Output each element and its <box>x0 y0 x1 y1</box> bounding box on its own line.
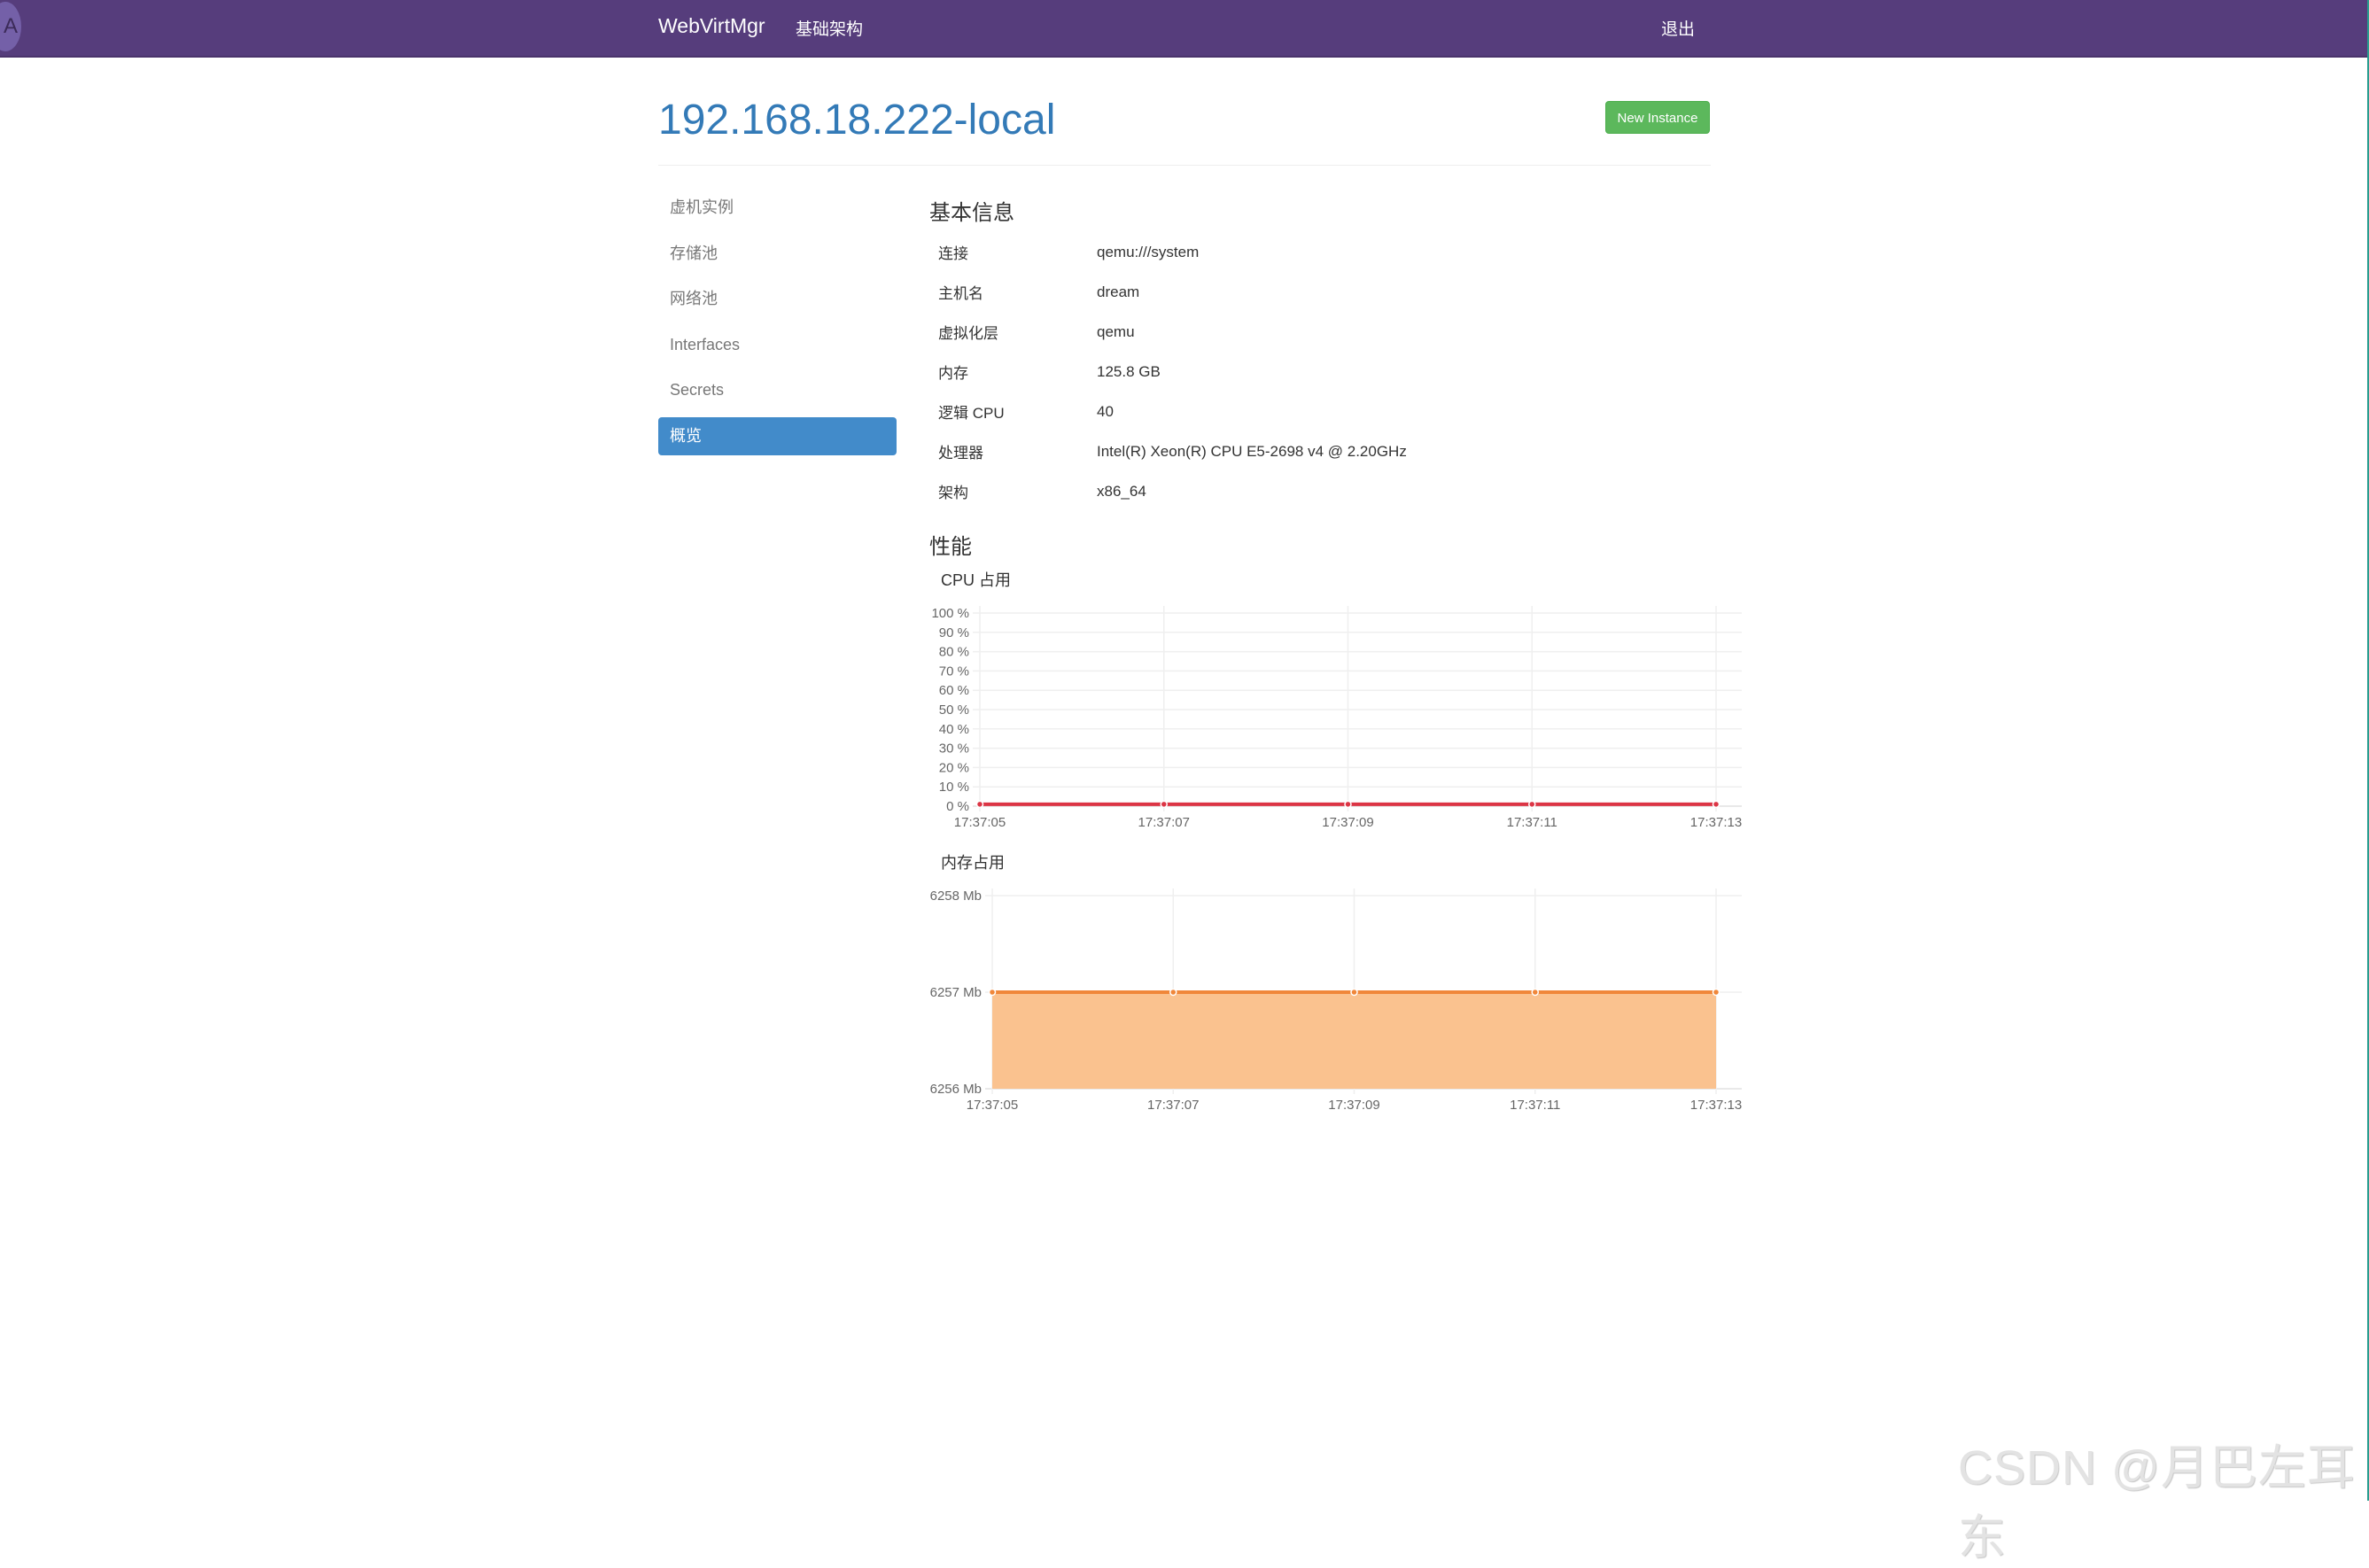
basic-info-table: 连接 qemu:///system 主机名 dream 虚拟化层 qemu 内存… <box>929 232 1709 511</box>
y-tick-label: 90 % <box>939 625 969 640</box>
data-point <box>988 988 997 997</box>
y-tick-label: 50 % <box>939 702 969 718</box>
data-point <box>1712 800 1720 809</box>
info-key: 逻辑 CPU <box>938 405 1005 422</box>
sidebar-item-storage[interactable]: 存储池 <box>658 235 897 273</box>
sidebar-item-label: 存储池 <box>670 244 718 262</box>
x-tick-label: 17:37:07 <box>1147 1098 1199 1113</box>
top-navbar: A WebVirtMgr 基础架构 退出 <box>0 0 2369 58</box>
y-tick-label: 40 % <box>939 722 969 737</box>
data-point <box>1169 988 1177 997</box>
y-tick-label: 6257 Mb <box>930 985 982 1000</box>
title-divider <box>658 165 1711 166</box>
info-value: dream <box>1097 283 1140 300</box>
sidebar-item-label: 概览 <box>670 426 702 445</box>
sidebar-item-secrets[interactable]: Secrets <box>658 371 897 409</box>
y-tick-label: 6256 Mb <box>930 1082 982 1097</box>
info-value: 40 <box>1097 402 1114 420</box>
info-row-hypervisor: 虚拟化层 qemu <box>929 312 1709 352</box>
y-tick-label: 70 % <box>939 664 969 679</box>
sidebar-item-label: Interfaces <box>670 335 741 353</box>
performance-heading: 性能 <box>929 535 972 559</box>
info-row-connection: 连接 qemu:///system <box>929 232 1709 272</box>
basic-info-heading: 基本信息 <box>929 201 1014 225</box>
nav-logout[interactable]: 退出 <box>1661 16 1695 40</box>
x-tick-label: 17:37:05 <box>954 815 1006 830</box>
y-tick-label: 30 % <box>939 741 969 757</box>
y-tick-label: 10 % <box>939 780 969 795</box>
x-tick-label: 17:37:11 <box>1510 1098 1560 1113</box>
sidebar-item-instances[interactable]: 虚机实例 <box>658 189 897 227</box>
data-point <box>1344 800 1352 809</box>
info-value: qemu <box>1097 322 1135 340</box>
x-tick-label: 17:37:13 <box>1690 1098 1742 1113</box>
y-tick-label: 80 % <box>939 645 969 660</box>
y-tick-label: 100 % <box>931 606 969 621</box>
sidebar-item-interfaces[interactable]: Interfaces <box>658 326 897 364</box>
info-key: 连接 <box>938 245 968 262</box>
x-tick-label: 17:37:09 <box>1322 815 1373 830</box>
new-instance-button[interactable]: New Instance <box>1605 101 1710 134</box>
sidebar-item-label: 虚机实例 <box>670 198 734 216</box>
info-key: 虚拟化层 <box>938 325 998 342</box>
page-title: 192.168.18.222-local <box>658 97 1056 144</box>
y-tick-label: 60 % <box>939 683 969 698</box>
watermark: CSDN @月巴左耳东 <box>1958 1441 2356 1564</box>
sidebar-item-overview[interactable]: 概览 <box>658 416 897 455</box>
info-value: Intel(R) Xeon(R) CPU E5-2698 v4 @ 2.20GH… <box>1097 442 1407 460</box>
data-point <box>1712 988 1720 997</box>
x-tick-label: 17:37:07 <box>1138 815 1190 830</box>
data-point <box>1160 800 1168 809</box>
info-key: 内存 <box>938 365 968 382</box>
info-row-memory: 内存 125.8 GB <box>929 352 1709 392</box>
nav-infrastructure[interactable]: 基础架构 <box>796 16 863 40</box>
x-tick-label: 17:37:05 <box>967 1098 1018 1113</box>
y-tick-label: 0 % <box>946 799 969 814</box>
info-value: x86_64 <box>1097 482 1146 500</box>
y-tick-label: 6258 Mb <box>930 889 982 904</box>
info-key: 处理器 <box>938 445 983 462</box>
sidebar-item-label: 网络池 <box>670 290 718 307</box>
info-key: 架构 <box>938 485 968 501</box>
x-tick-label: 17:37:11 <box>1507 815 1557 830</box>
brand-logo[interactable]: WebVirtMgr <box>658 14 765 38</box>
info-row-logical-cpu: 逻辑 CPU 40 <box>929 392 1709 431</box>
user-avatar[interactable]: A <box>0 2 21 51</box>
cpu-usage-chart: 0 % 10 % 20 % 30 % 40 % 50 % 60 % 70 % 80 % 90 % 1… <box>931 606 1742 830</box>
data-point <box>1528 800 1536 809</box>
x-tick-label: 17:37:13 <box>1690 815 1742 830</box>
info-row-architecture: 架构 x86_64 <box>929 471 1709 511</box>
sidebar-item-networks[interactable]: 网络池 <box>658 280 897 318</box>
info-key: 主机名 <box>938 285 983 302</box>
avatar-letter: A <box>3 14 18 38</box>
info-row-processor: 处理器 Intel(R) Xeon(R) CPU E5-2698 v4 @ 2.… <box>929 431 1709 471</box>
sidebar: 虚机实例 存储池 网络池 Interfaces Secrets 概览 <box>658 189 897 462</box>
sidebar-item-label: Secrets <box>670 381 725 399</box>
memory-usage-chart: 6256 Mb 6257 Mb 6258 Mb 17:37:05 17:37:07 17:… <box>930 889 1742 1113</box>
info-value: 125.8 GB <box>1097 362 1161 380</box>
y-tick-label: 20 % <box>939 760 969 775</box>
data-point <box>975 800 984 809</box>
data-point <box>1350 988 1358 997</box>
cpu-chart-title: CPU 占用 <box>941 571 1012 589</box>
data-point <box>1531 988 1539 997</box>
info-value: qemu:///system <box>1097 243 1200 260</box>
series-area <box>992 992 1716 1089</box>
x-tick-label: 17:37:09 <box>1328 1098 1379 1113</box>
info-row-hostname: 主机名 dream <box>929 272 1709 312</box>
memory-chart-title: 内存占用 <box>941 854 1005 872</box>
